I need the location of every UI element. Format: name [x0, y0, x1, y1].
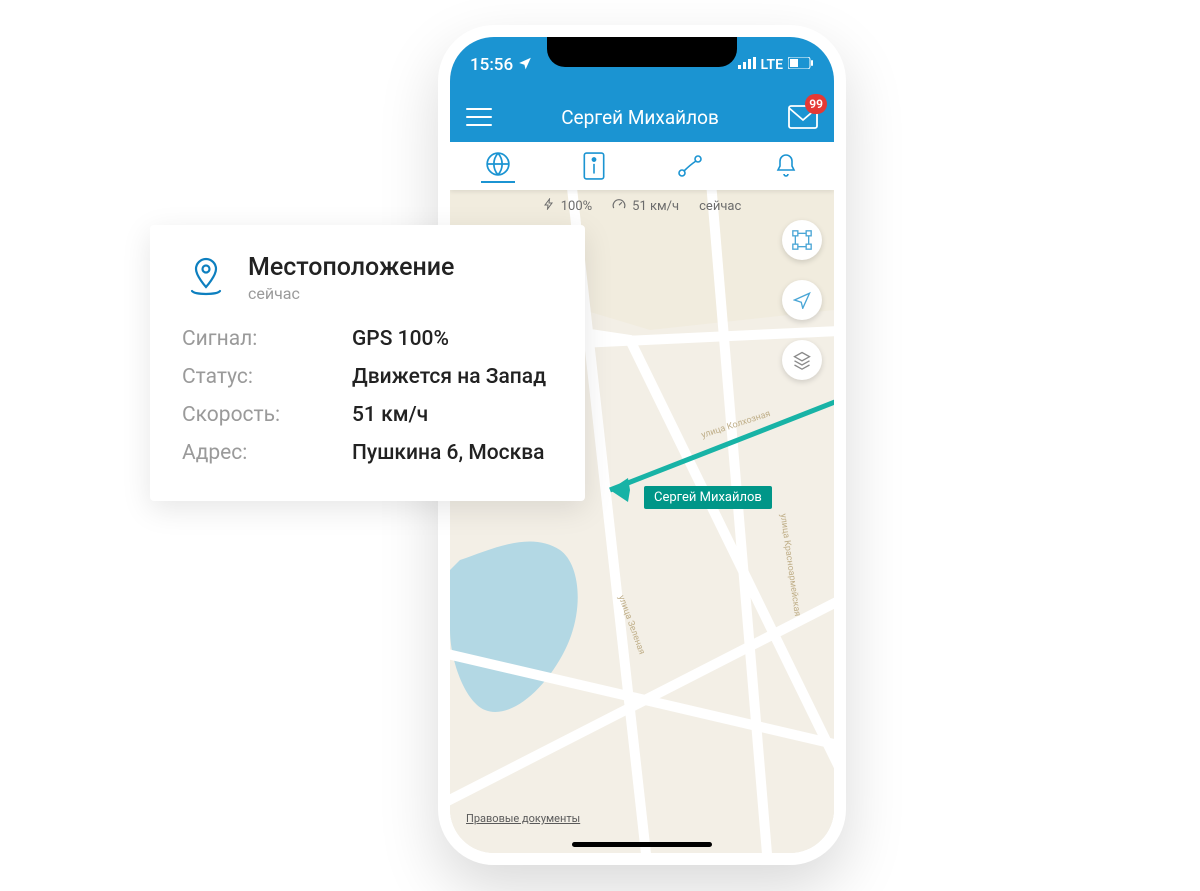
map-shapes-button[interactable] — [782, 220, 822, 260]
value-status: Движется на Запад — [352, 365, 546, 389]
label-status: Статус: — [182, 365, 352, 389]
map-time: сейчас — [699, 199, 741, 214]
value-address: Пушкина 6, Москва — [352, 441, 544, 465]
status-time: 15:56 — [470, 55, 513, 75]
row-address: Адрес: Пушкина 6, Москва — [182, 441, 553, 465]
map-person-label[interactable]: Сергей Михайлов — [644, 486, 772, 509]
home-indicator — [572, 842, 712, 847]
card-subtitle: сейчас — [248, 284, 454, 303]
tab-map[interactable] — [481, 149, 515, 183]
signal-bars-icon — [738, 57, 756, 73]
app-header: Сергей Михайлов 99 — [450, 92, 834, 142]
card-title: Местоположение — [248, 253, 454, 282]
tab-alerts[interactable] — [769, 149, 803, 183]
row-status: Статус: Движется на Запад — [182, 365, 553, 389]
tab-routes[interactable] — [673, 149, 707, 183]
tab-bar — [450, 142, 834, 190]
location-pin-icon — [182, 253, 230, 305]
label-speed: Скорость: — [182, 403, 352, 427]
gauge-icon — [612, 198, 626, 214]
label-address: Адрес: — [182, 441, 352, 465]
inbox-button[interactable]: 99 — [788, 105, 818, 129]
row-signal: Сигнал: GPS 100% — [182, 327, 553, 351]
bolt-icon — [543, 198, 555, 214]
network-label: LTE — [761, 57, 783, 73]
location-arrow-icon — [518, 55, 532, 75]
menu-button[interactable] — [466, 108, 492, 126]
map-status-line: 100% 51 км/ч сейчас — [450, 198, 834, 214]
location-card: Местоположение сейчас Сигнал: GPS 100% С… — [150, 225, 585, 501]
row-speed: Скорость: 51 км/ч — [182, 403, 553, 427]
phone-notch — [547, 37, 737, 67]
tab-info[interactable] — [577, 149, 611, 183]
legal-link[interactable]: Правовые документы — [466, 812, 580, 825]
label-signal: Сигнал: — [182, 327, 352, 351]
map-battery: 100% — [561, 199, 592, 214]
map-speed: 51 км/ч — [632, 199, 679, 214]
battery-icon — [788, 57, 814, 73]
value-signal: GPS 100% — [352, 327, 449, 351]
header-title: Сергей Михайлов — [561, 106, 719, 129]
value-speed: 51 км/ч — [352, 403, 428, 427]
map-layers-button[interactable] — [782, 340, 822, 380]
inbox-badge: 99 — [805, 94, 827, 114]
map-locate-button[interactable] — [782, 280, 822, 320]
